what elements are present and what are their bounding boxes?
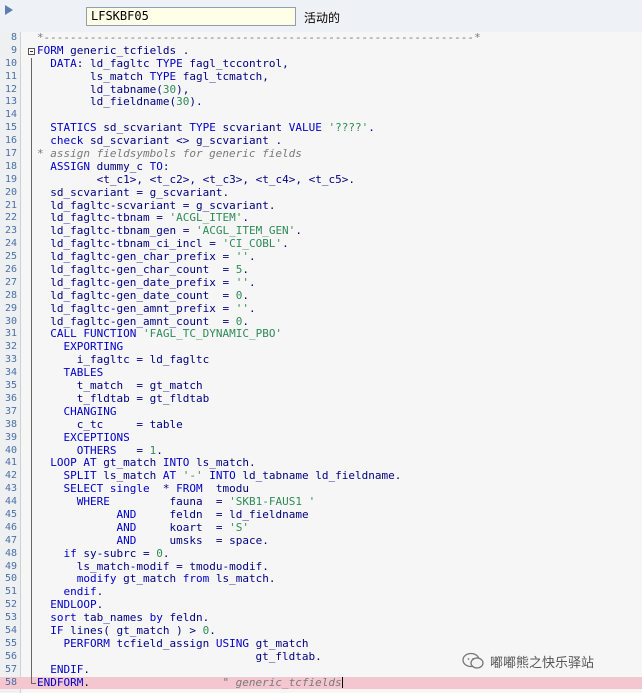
line-number: 58 [4, 676, 17, 688]
line-number: 51 [4, 586, 17, 598]
line-number: 29 [4, 302, 17, 314]
text-cursor [341, 677, 343, 689]
line-number: 32 [4, 341, 17, 353]
line-number: 26 [4, 264, 17, 276]
line-number: 17 [4, 148, 17, 160]
line-number: 35 [4, 380, 17, 392]
line-number: 22 [4, 212, 17, 224]
line-number: 34 [4, 367, 17, 379]
line-number: 52 [4, 599, 17, 611]
line-number: 57 [4, 663, 17, 675]
line-number: 15 [4, 122, 17, 134]
line-number: 33 [4, 354, 17, 366]
line-number: 25 [4, 251, 17, 263]
code-lines[interactable]: 8 *--------------------------------------… [0, 31, 642, 690]
editor-toolbar: LFSKBF05 活动的 [0, 0, 642, 33]
line-number: 54 [4, 624, 17, 636]
line-number: 36 [4, 392, 17, 404]
line-number: 8 [10, 32, 17, 43]
watermark: 嘟嘟熊之快乐驿站 [462, 648, 594, 674]
line-number: 19 [4, 173, 17, 185]
code-text[interactable]: AND koart = 'S' [37, 521, 249, 535]
chat-bubble-icon [462, 652, 484, 669]
fold-guide [31, 57, 32, 684]
fold-end-marker [31, 683, 36, 684]
code-text[interactable]: ENDFORM. " generic_tcfields [37, 676, 343, 690]
line-number: 39 [4, 431, 17, 443]
line-number: 9 [10, 44, 17, 56]
line-number: 50 [4, 573, 17, 585]
line-number: 41 [4, 457, 17, 469]
code-line[interactable]: 46 AND koart = 'S' [0, 521, 642, 535]
code-line[interactable]: 13 ld_fieldname(30). [0, 96, 642, 109]
line-number: 53 [4, 612, 17, 624]
line-number: 44 [4, 496, 17, 508]
line-number: 31 [4, 328, 17, 340]
line-number: 10 [4, 57, 17, 69]
program-name-field[interactable]: LFSKBF05 [86, 7, 296, 26]
code-line[interactable]: 45 AND feldn = ld_fieldname [0, 508, 642, 522]
line-number: 11 [4, 70, 17, 82]
collapse-arrow-icon[interactable] [2, 3, 16, 17]
line-number: 38 [4, 418, 17, 430]
line-number: 23 [4, 225, 17, 237]
code-text[interactable]: ld_fieldname(30). [37, 96, 203, 109]
line-number: 27 [4, 276, 17, 288]
line-number: 13 [4, 96, 17, 108]
line-number: 48 [4, 547, 17, 559]
line-number: 20 [4, 186, 17, 198]
program-status-label: 活动的 [304, 11, 341, 25]
line-number: 46 [4, 521, 17, 533]
abap-code-editor[interactable]: 8 *--------------------------------------… [0, 31, 642, 693]
line-number: 24 [4, 238, 17, 250]
line-number: 40 [4, 444, 17, 456]
line-number: 56 [4, 650, 17, 662]
line-number: 45 [4, 508, 17, 520]
line-number: 16 [4, 135, 17, 147]
watermark-text: 嘟嘟熊之快乐驿站 [490, 655, 595, 671]
line-number: 28 [4, 289, 17, 301]
line-number: 37 [4, 405, 17, 417]
code-line[interactable]: 58 ENDFORM. " generic_tcfields [0, 676, 642, 690]
fold-toggle-icon[interactable] [28, 47, 35, 55]
line-number: 43 [4, 483, 17, 495]
line-number: 30 [4, 315, 17, 327]
line-number: 47 [4, 534, 17, 546]
line-number: 49 [4, 560, 17, 572]
line-number: 42 [4, 470, 17, 482]
line-number: 55 [4, 637, 17, 649]
line-number: 14 [4, 109, 17, 121]
line-number: 18 [4, 160, 17, 172]
line-number: 21 [4, 199, 17, 211]
line-number: 12 [4, 83, 17, 95]
